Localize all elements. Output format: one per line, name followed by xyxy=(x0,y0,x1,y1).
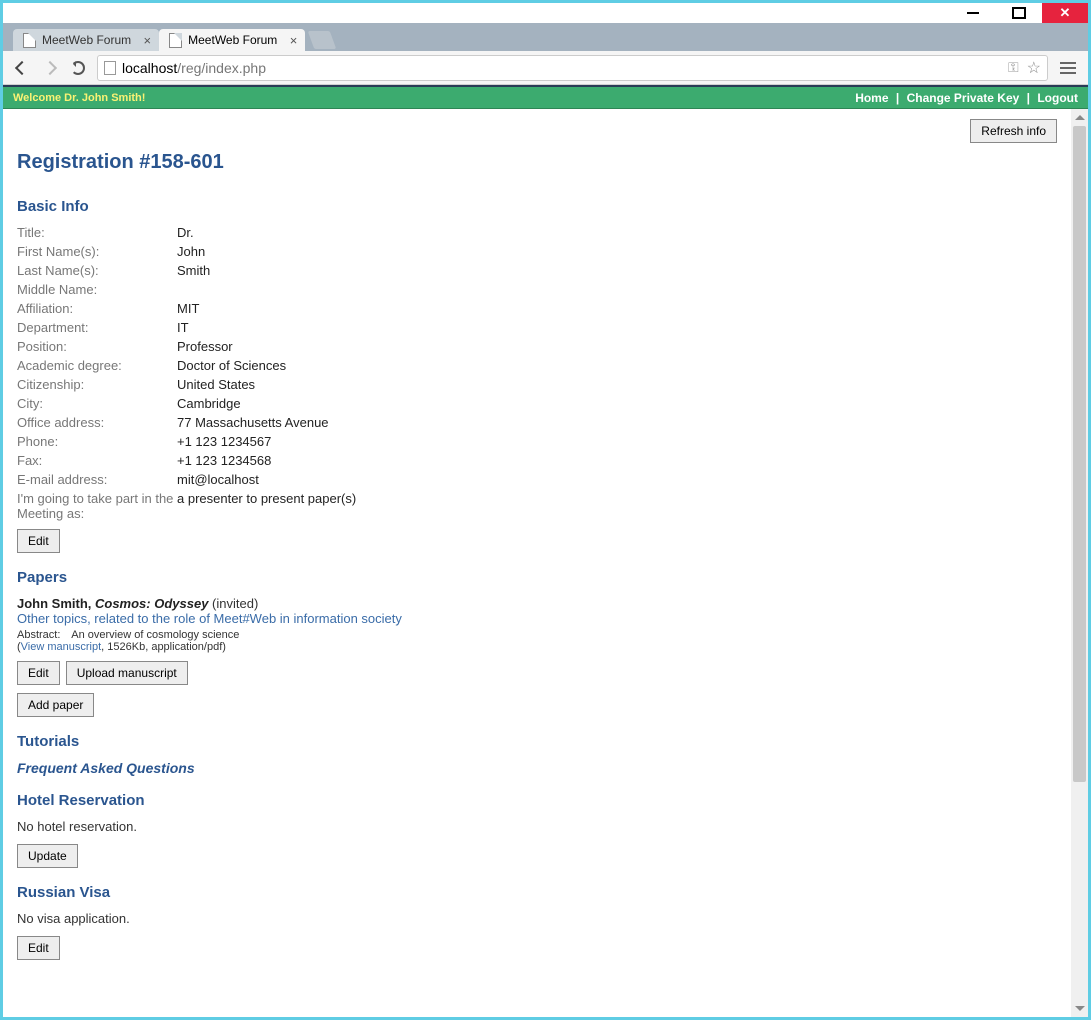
info-value: Doctor of Sciences xyxy=(177,358,1057,373)
info-label: I'm going to take part in the Meeting as… xyxy=(17,491,177,521)
basic-info-grid: Title:Dr.First Name(s):JohnLast Name(s):… xyxy=(17,225,1057,521)
info-value: a presenter to present paper(s) xyxy=(177,491,1057,521)
bookmark-icon[interactable]: ☆ xyxy=(1027,58,1041,78)
paper-status: (invited) xyxy=(208,596,258,611)
browser-urlbar: localhost/reg/index.php ⚿ ☆ xyxy=(3,51,1088,85)
url-host: localhost xyxy=(122,60,177,76)
change-private-key-link[interactable]: Change Private Key xyxy=(907,91,1020,105)
info-label: Title: xyxy=(17,225,177,240)
page-title: Registration #158-601 xyxy=(17,151,1057,174)
info-label: Academic degree: xyxy=(17,358,177,373)
info-label: Department: xyxy=(17,320,177,335)
tab-label: MeetWeb Forum xyxy=(42,33,131,47)
new-tab-button[interactable] xyxy=(308,31,337,49)
section-tutorials: Tutorials xyxy=(17,733,1057,750)
close-icon[interactable]: × xyxy=(290,33,298,48)
info-label: Office address: xyxy=(17,415,177,430)
minimize-button[interactable] xyxy=(950,3,996,23)
upload-manuscript-button[interactable]: Upload manuscript xyxy=(66,661,188,685)
scroll-track[interactable] xyxy=(1071,126,1088,1000)
info-label: Affiliation: xyxy=(17,301,177,316)
abstract-label: Abstract: xyxy=(17,629,60,641)
section-visa: Russian Visa xyxy=(17,884,1057,901)
home-link[interactable]: Home xyxy=(855,91,888,105)
visa-text: No visa application. xyxy=(17,911,1057,926)
view-manuscript-link[interactable]: View manuscript xyxy=(21,641,102,653)
paper-title: Cosmos: Odyssey xyxy=(95,596,208,611)
tab-label: MeetWeb Forum xyxy=(188,33,277,47)
info-value xyxy=(177,282,1057,297)
refresh-info-button[interactable]: Refresh info xyxy=(970,119,1057,143)
info-value: +1 123 1234568 xyxy=(177,453,1057,468)
info-value: MIT xyxy=(177,301,1057,316)
forward-button[interactable] xyxy=(41,59,59,77)
info-value: +1 123 1234567 xyxy=(177,434,1057,449)
window-titlebar xyxy=(3,3,1088,23)
tab-meetweb-2[interactable]: MeetWeb Forum × xyxy=(159,29,305,51)
maximize-button[interactable] xyxy=(996,3,1042,23)
faq-link[interactable]: Frequent Asked Questions xyxy=(17,760,1057,776)
section-papers: Papers xyxy=(17,569,1057,586)
logout-link[interactable]: Logout xyxy=(1037,91,1078,105)
info-label: First Name(s): xyxy=(17,244,177,259)
add-paper-button[interactable]: Add paper xyxy=(17,693,94,717)
key-icon[interactable]: ⚿ xyxy=(1008,59,1019,76)
close-button[interactable] xyxy=(1042,3,1088,23)
info-value: United States xyxy=(177,377,1057,392)
reload-button[interactable] xyxy=(69,59,87,77)
paper-entry: John Smith, Cosmos: Odyssey (invited) Ot… xyxy=(17,596,1057,685)
scroll-down-button[interactable] xyxy=(1071,1000,1088,1017)
info-label: City: xyxy=(17,396,177,411)
info-value: Smith xyxy=(177,263,1057,278)
info-value: John xyxy=(177,244,1057,259)
paper-author: John Smith, xyxy=(17,596,95,611)
update-hotel-button[interactable]: Update xyxy=(17,844,78,868)
browser-tabstrip: MeetWeb Forum × MeetWeb Forum × xyxy=(3,23,1088,51)
info-label: Position: xyxy=(17,339,177,354)
hotel-text: No hotel reservation. xyxy=(17,819,1057,834)
info-value: Cambridge xyxy=(177,396,1057,411)
page-icon xyxy=(104,61,116,75)
document-icon xyxy=(169,33,182,48)
url-field[interactable]: localhost/reg/index.php ⚿ ☆ xyxy=(97,55,1048,81)
vertical-scrollbar[interactable] xyxy=(1071,109,1088,1017)
app-topbar: Welcome Dr. John Smith! Home | Change Pr… xyxy=(3,87,1088,109)
close-icon[interactable]: × xyxy=(144,33,152,48)
tab-meetweb-1[interactable]: MeetWeb Forum × xyxy=(13,29,159,51)
browser-menu-button[interactable] xyxy=(1058,60,1078,76)
info-label: E-mail address: xyxy=(17,472,177,487)
info-label: Last Name(s): xyxy=(17,263,177,278)
welcome-text: Welcome Dr. John Smith! xyxy=(13,92,145,104)
scroll-up-button[interactable] xyxy=(1071,109,1088,126)
edit-visa-button[interactable]: Edit xyxy=(17,936,60,960)
edit-basic-button[interactable]: Edit xyxy=(17,529,60,553)
file-meta: , 1526Kb, application/pdf) xyxy=(101,641,226,653)
back-button[interactable] xyxy=(13,59,31,77)
url-path: /reg/index.php xyxy=(177,60,266,76)
info-label: Citizenship: xyxy=(17,377,177,392)
edit-paper-button[interactable]: Edit xyxy=(17,661,60,685)
paper-topic: Other topics, related to the role of Mee… xyxy=(17,611,1057,626)
info-value: mit@localhost xyxy=(177,472,1057,487)
page-content: Refresh info Registration #158-601 Basic… xyxy=(3,109,1071,1017)
section-basic-info: Basic Info xyxy=(17,198,1057,215)
abstract-text: An overview of cosmology science xyxy=(71,629,239,641)
info-value: 77 Massachusetts Avenue xyxy=(177,415,1057,430)
info-label: Middle Name: xyxy=(17,282,177,297)
document-icon xyxy=(23,33,36,48)
info-value: IT xyxy=(177,320,1057,335)
scroll-thumb[interactable] xyxy=(1073,126,1086,782)
info-value: Dr. xyxy=(177,225,1057,240)
section-hotel: Hotel Reservation xyxy=(17,792,1057,809)
info-value: Professor xyxy=(177,339,1057,354)
info-label: Fax: xyxy=(17,453,177,468)
info-label: Phone: xyxy=(17,434,177,449)
